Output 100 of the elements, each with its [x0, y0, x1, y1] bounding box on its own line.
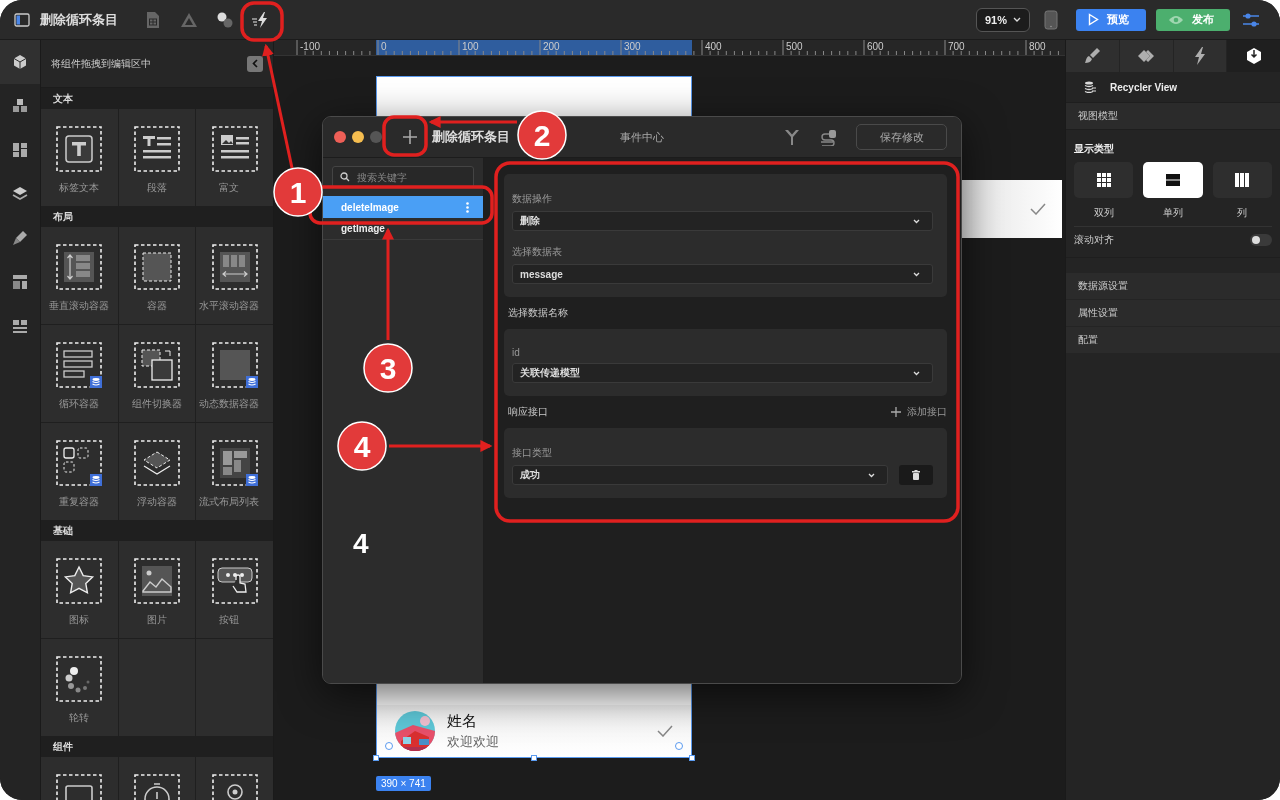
event-name: deleteImage	[341, 201, 399, 213]
display-option[interactable]	[1143, 162, 1203, 198]
ruler-label: 200	[543, 41, 560, 53]
check-icon	[657, 725, 673, 737]
ruler-label: 0	[381, 41, 387, 53]
select-field[interactable]: message	[512, 264, 933, 284]
component-tile[interactable]: 重复容器	[41, 423, 118, 520]
option-label: 列	[1237, 206, 1248, 220]
select-field[interactable]: 成功	[512, 465, 888, 485]
layers-icon	[11, 185, 29, 203]
grid-icon	[11, 141, 29, 159]
resize-handle[interactable]	[531, 755, 537, 761]
publish-button[interactable]: 发布	[1156, 8, 1230, 31]
component-tile[interactable]: 按钮	[196, 541, 273, 638]
chevron-down-icon	[913, 370, 920, 376]
list-icon	[11, 317, 29, 335]
event-item[interactable]: getImage	[323, 218, 483, 240]
category-header: 基础	[41, 520, 273, 541]
chevron-down-icon	[1013, 17, 1021, 22]
display-option[interactable]	[1212, 162, 1272, 198]
section-header[interactable]: 视图模型	[1066, 102, 1280, 130]
chevron-down-icon	[913, 271, 920, 277]
field-label: 接口类型	[512, 446, 553, 460]
panel-tab[interactable]	[1119, 40, 1173, 72]
component-tile[interactable]: 标签文本	[41, 109, 118, 206]
rows-icon	[1166, 173, 1180, 187]
trash-icon	[912, 470, 920, 480]
field-label: 显示类型	[1074, 142, 1115, 156]
ruler-label: -100	[300, 41, 320, 53]
more-icon[interactable]	[466, 201, 469, 213]
field-label: id	[512, 347, 521, 358]
component-tile[interactable]: 浮动容器	[118, 423, 196, 520]
preview-button[interactable]: 预览	[1076, 8, 1146, 31]
component-tile[interactable]: 垂直滚动容器	[41, 227, 118, 324]
category-header: 文本	[41, 88, 273, 109]
ruler-label: 500	[786, 41, 803, 53]
plus-icon	[891, 407, 901, 417]
component-tile[interactable]: 组件切换器	[118, 325, 196, 422]
panel-tab[interactable]	[1173, 40, 1227, 72]
search-field[interactable]: 搜索关键字	[332, 166, 474, 188]
brush-icon	[11, 229, 29, 247]
diamond-icon	[1137, 47, 1156, 65]
play-icon	[1088, 13, 1099, 26]
field-label: 选择数据表	[512, 245, 563, 259]
ruler-label: 400	[705, 41, 722, 53]
collapse-button[interactable]	[247, 55, 263, 72]
callout-badge: 4	[337, 421, 387, 471]
event-name: getImage	[341, 223, 385, 234]
component-tile[interactable]: 水平滚动容器	[196, 227, 273, 324]
component-tile[interactable]: 流式布局列表	[196, 423, 273, 520]
ruler-label: 100	[462, 41, 479, 53]
section-header[interactable]: 数据源设置	[1066, 273, 1280, 299]
add-interface-button[interactable]: 添加接口	[891, 405, 947, 419]
component-tile[interactable]: 容器	[118, 227, 196, 324]
display-option[interactable]	[1074, 162, 1134, 198]
component-tile[interactable]: 图片	[118, 541, 196, 638]
component-tile[interactable]: 富文	[196, 109, 273, 206]
plug-icon[interactable]	[820, 128, 838, 146]
toggle-switch[interactable]	[1250, 234, 1272, 246]
component-tile[interactable]: 轮转	[41, 639, 118, 736]
component-tile[interactable]: 图标	[41, 541, 118, 638]
project-title: 删除循环条目	[40, 10, 118, 29]
section-header[interactable]: 配置	[1066, 327, 1280, 353]
phone-icon[interactable]	[1044, 9, 1058, 30]
item-subtitle: 欢迎欢迎	[447, 732, 500, 751]
layout-icon	[11, 273, 29, 291]
item-title: 姓名	[447, 711, 478, 731]
sliders-icon[interactable]	[1242, 11, 1260, 28]
ruler-label: 700	[948, 41, 965, 53]
component-tile[interactable]: 段落	[118, 109, 196, 206]
component-tile[interactable]: 循环容器	[41, 325, 118, 422]
paragraph-icon	[131, 123, 183, 175]
event-item[interactable]: deleteImage	[323, 196, 483, 218]
panel-tab[interactable]	[1066, 40, 1119, 72]
save-button[interactable]: 保存修改	[856, 124, 947, 150]
minimize-button[interactable]	[352, 131, 364, 143]
check-icon	[1030, 203, 1046, 215]
dialog-heading: 事件中心	[620, 129, 664, 145]
grid-icon	[1096, 173, 1111, 187]
add-icon[interactable]	[402, 129, 418, 145]
highlight-frame	[382, 115, 428, 157]
panel-tab[interactable]	[1227, 40, 1280, 72]
section-header[interactable]: 属性设置	[1066, 300, 1280, 326]
cube-icon	[11, 53, 29, 71]
ruler-label: 600	[867, 41, 884, 53]
component-tile[interactable]: 动态数据容器	[196, 325, 273, 422]
funnel-icon[interactable]	[784, 128, 800, 146]
cube-icon	[1244, 47, 1263, 65]
panel-hint: 将组件拖拽到编辑区中	[51, 56, 151, 71]
close-button[interactable]	[334, 131, 346, 143]
option-label: 双列	[1093, 206, 1114, 220]
columns-icon	[1235, 173, 1250, 187]
size-badge: 390 × 741	[376, 776, 431, 791]
eye-icon	[1168, 14, 1184, 25]
select-field[interactable]: 关联传递模型	[512, 363, 933, 383]
dialog-title: 删除循环条目	[432, 128, 510, 146]
select-field[interactable]: 删除	[512, 211, 933, 231]
delete-button[interactable]	[899, 465, 933, 485]
sidebar-toggle-icon[interactable]	[14, 12, 30, 27]
zoom-dropdown[interactable]: 91%	[975, 7, 1030, 32]
